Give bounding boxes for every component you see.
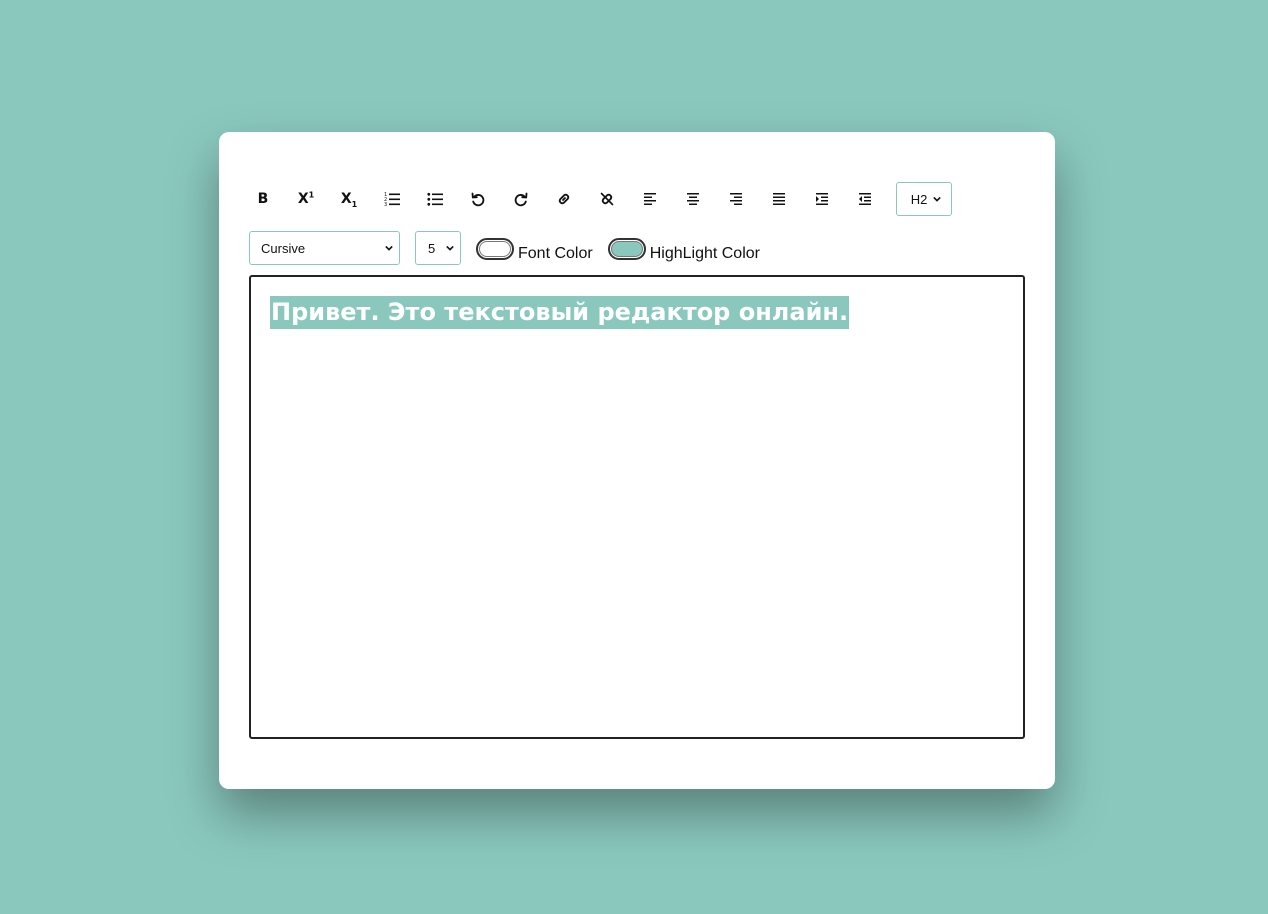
- formatting-toolbar: B X1 X1 1 2 3 H2: [249, 182, 952, 216]
- heading-select-value: H2: [910, 191, 928, 207]
- font-color-picker[interactable]: [476, 238, 514, 260]
- align-center-button[interactable]: [679, 185, 707, 213]
- font-size-value: 5: [428, 240, 436, 256]
- align-right-icon: [730, 193, 742, 205]
- outdent-icon: [859, 193, 871, 205]
- highlight-color-picker[interactable]: [607, 238, 646, 260]
- justify-button[interactable]: [765, 185, 793, 213]
- link-icon: [558, 193, 570, 205]
- chevron-down-icon: [446, 245, 454, 251]
- outdent-button[interactable]: [851, 185, 879, 213]
- chevron-down-icon: [933, 196, 942, 202]
- font-family-select[interactable]: Cursive: [249, 231, 400, 265]
- font-color-label: Font Color: [518, 245, 593, 262]
- subscript-icon: X1: [340, 191, 358, 209]
- subscript-button[interactable]: X1: [335, 185, 363, 213]
- indent-icon: [816, 193, 828, 205]
- editor-content[interactable]: Привет. Это текстовый редактор онлайн.: [270, 296, 850, 329]
- indent-button[interactable]: [808, 185, 836, 213]
- highlight-color-label: HighLight Color: [649, 245, 760, 262]
- redo-icon: [514, 192, 528, 207]
- font-toolbar: Cursive 5 Font Color HighLight Color: [249, 231, 760, 265]
- font-color-group: Font Color: [476, 231, 593, 265]
- align-center-icon: [687, 193, 699, 205]
- link-button[interactable]: [550, 185, 578, 213]
- ordered-list-button[interactable]: 1 2 3: [378, 185, 406, 213]
- align-left-button[interactable]: [636, 185, 664, 213]
- editor-card: B X1 X1 1 2 3 H2 Cursive 5 Font Color Hi…: [219, 132, 1055, 789]
- font-size-select[interactable]: 5: [415, 231, 461, 265]
- unordered-list-icon: [427, 192, 443, 206]
- align-right-button[interactable]: [722, 185, 750, 213]
- highlight-color-group: HighLight Color: [607, 231, 760, 265]
- unlink-icon: [600, 192, 614, 206]
- text-editor-area[interactable]: Привет. Это текстовый редактор онлайн.: [249, 275, 1025, 739]
- font-color-swatch: [479, 241, 511, 257]
- superscript-button[interactable]: X1: [292, 185, 320, 213]
- align-left-icon: [644, 193, 656, 205]
- undo-button[interactable]: [464, 185, 492, 213]
- redo-button[interactable]: [507, 185, 535, 213]
- heading-select[interactable]: H2: [896, 182, 952, 216]
- bold-icon: B: [257, 191, 269, 207]
- highlight-color-swatch: [610, 241, 643, 257]
- font-family-value: Cursive: [261, 240, 306, 256]
- align-justify-icon: [773, 193, 785, 205]
- unlink-button[interactable]: [593, 185, 621, 213]
- superscript-icon: X1: [297, 190, 315, 207]
- bold-button[interactable]: B: [249, 185, 277, 213]
- unordered-list-button[interactable]: [421, 185, 449, 213]
- svg-text:3: 3: [384, 202, 387, 207]
- ordered-list-icon: 1 2 3: [384, 192, 400, 207]
- chevron-down-icon: [385, 245, 393, 251]
- undo-icon: [471, 192, 485, 207]
